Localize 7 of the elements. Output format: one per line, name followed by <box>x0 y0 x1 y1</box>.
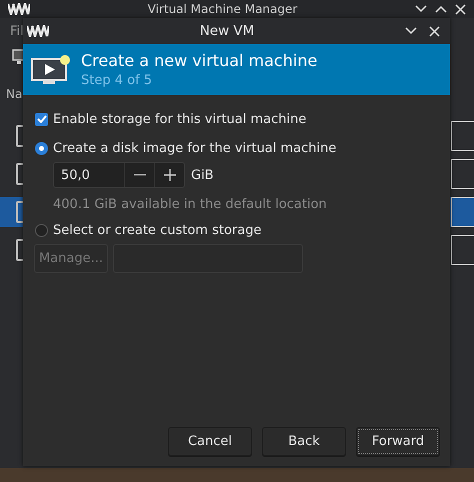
unit-label: GiB <box>191 168 214 182</box>
step-indicator: Step 4 of 5 <box>81 73 154 88</box>
window-title: Virtual Machine Manager <box>146 2 298 16</box>
column-header: Na <box>6 87 22 101</box>
available-space-note: 400.1 GiB available in the default location <box>53 196 328 214</box>
header-title: Create a new virtual machine <box>81 51 318 70</box>
dialog-title: New VM <box>198 23 256 39</box>
